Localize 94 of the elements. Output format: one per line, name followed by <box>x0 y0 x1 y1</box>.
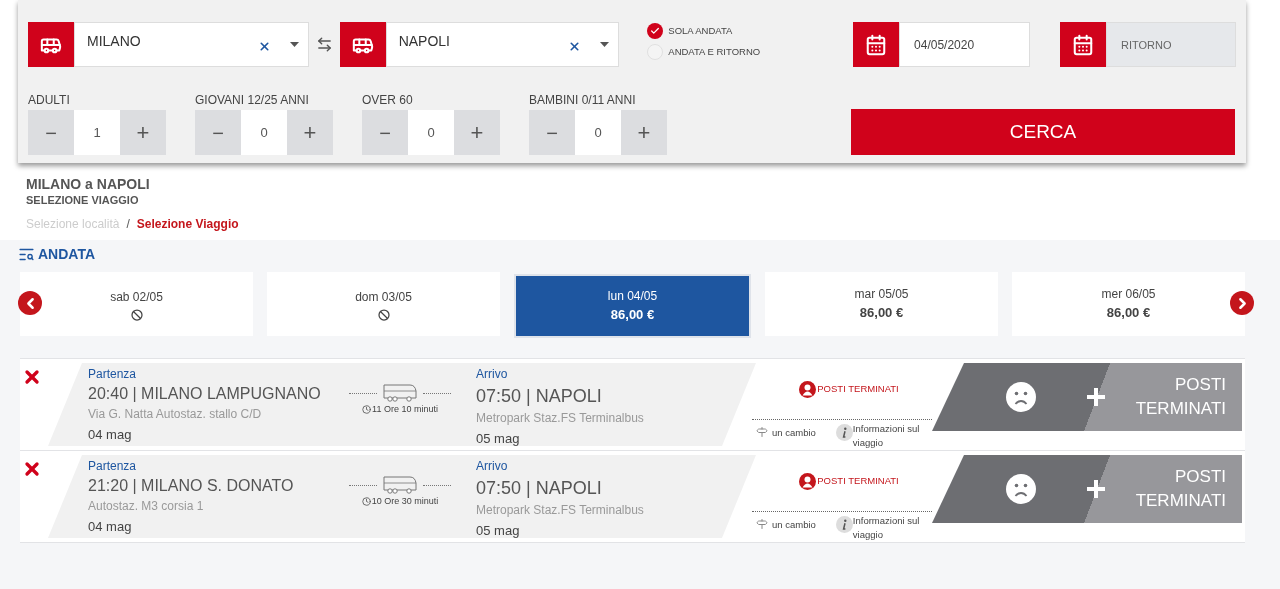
swap-icon[interactable] <box>315 36 333 53</box>
passenger-label: ADULTI <box>28 92 71 109</box>
clock-icon <box>362 405 372 415</box>
person-icon <box>799 380 817 398</box>
unavailable-icon <box>130 308 143 321</box>
arrival-address: Metropark Staz.FS Terminalbus <box>476 410 644 427</box>
change-info[interactable]: un cambio <box>772 518 816 533</box>
availability-status: POSTI TERMINATI <box>817 381 899 396</box>
date-price: 86,00 € <box>859 304 904 323</box>
caret-icon[interactable] <box>289 42 299 47</box>
signpost-icon <box>756 518 768 530</box>
radio-button[interactable] <box>647 23 664 39</box>
change-info[interactable]: un cambio <box>772 426 816 441</box>
arrival-label: Arrivo <box>476 366 509 383</box>
date-label: mer 06/05 <box>1101 286 1156 304</box>
date-label: sab 02/05 <box>110 288 163 306</box>
increase-button[interactable]: + <box>621 110 667 155</box>
date-card[interactable]: dom 03/05 <box>267 272 500 336</box>
departure-address: Via G. Natta Autostaz. stallo C/D <box>88 406 263 423</box>
close-icon[interactable] <box>22 367 42 387</box>
person-icon <box>799 472 817 490</box>
date-label: dom 03/05 <box>355 288 412 306</box>
page-subtitle: SELEZIONE VIAGGIO <box>26 193 140 208</box>
radio-label[interactable]: SOLA ANDATA <box>668 23 733 39</box>
count-value: 0 <box>575 110 621 155</box>
departure-date: 04 mag <box>88 426 133 444</box>
bus-icon <box>339 22 386 67</box>
signpost-icon <box>756 426 768 438</box>
date-card[interactable]: sab 02/05 <box>20 272 253 336</box>
passenger-label: OVER 60 <box>362 92 414 109</box>
arrival-date: 05 mag <box>476 522 521 540</box>
check-icon <box>650 26 661 36</box>
bus-icon <box>383 383 417 403</box>
radio-label[interactable]: ANDATA E RITORNO <box>668 44 761 60</box>
plus-icon <box>1086 479 1106 499</box>
trip-duration: 10 Ore 30 minuti <box>371 495 439 508</box>
unavailable-icon <box>377 308 390 321</box>
count-value: 1 <box>74 110 120 155</box>
date-price: 86,00 € <box>1106 304 1151 323</box>
departure-label: Partenza <box>88 458 138 475</box>
decrease-button[interactable]: − <box>362 110 408 155</box>
passenger-label: BAMBINI 0/11 ANNI <box>529 92 637 109</box>
decrease-button[interactable]: − <box>529 110 575 155</box>
clock-icon <box>361 497 371 507</box>
clear-icon[interactable] <box>257 40 271 53</box>
route-title: MILANO a NAPOLI <box>26 176 151 192</box>
decrease-button[interactable]: − <box>28 110 74 155</box>
arrival-label: Arrivo <box>476 458 509 475</box>
passenger-label: GIOVANI 12/25 ANNI <box>195 92 310 109</box>
sad-face-icon <box>1006 474 1036 504</box>
increase-button[interactable]: + <box>120 110 166 155</box>
location-field[interactable]: MILANO <box>74 22 309 67</box>
departure-time-station: 20:40 | MILANO LAMPUGNANO <box>88 384 322 404</box>
arrival-time-station: 07:50 | NAPOLI <box>476 385 603 408</box>
calendar-icon <box>1060 22 1106 67</box>
departure-address: Autostaz. M3 corsia 1 <box>88 498 205 515</box>
info-icon[interactable] <box>835 516 853 533</box>
arrival-time-station: 07:50 | NAPOLI <box>476 477 603 500</box>
plus-icon <box>1086 387 1106 407</box>
caret-icon[interactable] <box>600 42 610 47</box>
return-date-field[interactable]: RITORNO <box>1106 22 1236 67</box>
count-value: 0 <box>241 110 287 155</box>
date-price: 86,00 € <box>610 306 655 325</box>
decrease-button[interactable]: − <box>195 110 241 155</box>
date-label: lun 04/05 <box>607 288 658 306</box>
departure-date: 04 mag <box>88 518 133 536</box>
arrival-date: 05 mag <box>476 430 521 448</box>
trip-duration: 11 Ore 10 minuti <box>372 403 438 416</box>
departure-date-field[interactable]: 04/05/2020 <box>899 22 1031 67</box>
increase-button[interactable]: + <box>287 110 333 155</box>
date-card[interactable]: mer 06/05 86,00 € <box>1012 272 1245 336</box>
section-title: ANDATA <box>38 245 96 264</box>
info-icon[interactable] <box>835 424 853 441</box>
date-label: mar 05/05 <box>854 286 909 304</box>
count-value: 0 <box>408 110 454 155</box>
close-icon[interactable] <box>22 459 42 479</box>
location-field[interactable]: NAPOLI <box>385 22 620 67</box>
calendar-icon <box>853 22 900 67</box>
bus-icon <box>28 22 74 67</box>
increase-button[interactable]: + <box>454 110 500 155</box>
search-button[interactable]: CERCA <box>851 109 1235 155</box>
date-card[interactable]: mar 05/05 86,00 € <box>765 272 998 336</box>
departure-time-station: 21:20 | MILANO S. DONATO <box>88 476 295 496</box>
trip-info-link[interactable]: Informazioni sul viaggio <box>852 514 923 542</box>
breadcrumb-separator: / <box>126 216 130 233</box>
sad-face-icon <box>1006 382 1036 412</box>
trip-info-link[interactable]: Informazioni sul viaggio <box>852 422 923 450</box>
bus-icon <box>383 475 417 495</box>
availability-status: POSTI TERMINATI <box>817 473 899 488</box>
departure-label: Partenza <box>88 366 138 383</box>
search-list-icon <box>18 246 35 263</box>
date-card[interactable]: lun 04/05 86,00 € <box>514 274 751 338</box>
breadcrumb-link[interactable]: Selezione Viaggio <box>136 215 239 233</box>
arrival-address: Metropark Staz.FS Terminalbus <box>476 502 644 519</box>
